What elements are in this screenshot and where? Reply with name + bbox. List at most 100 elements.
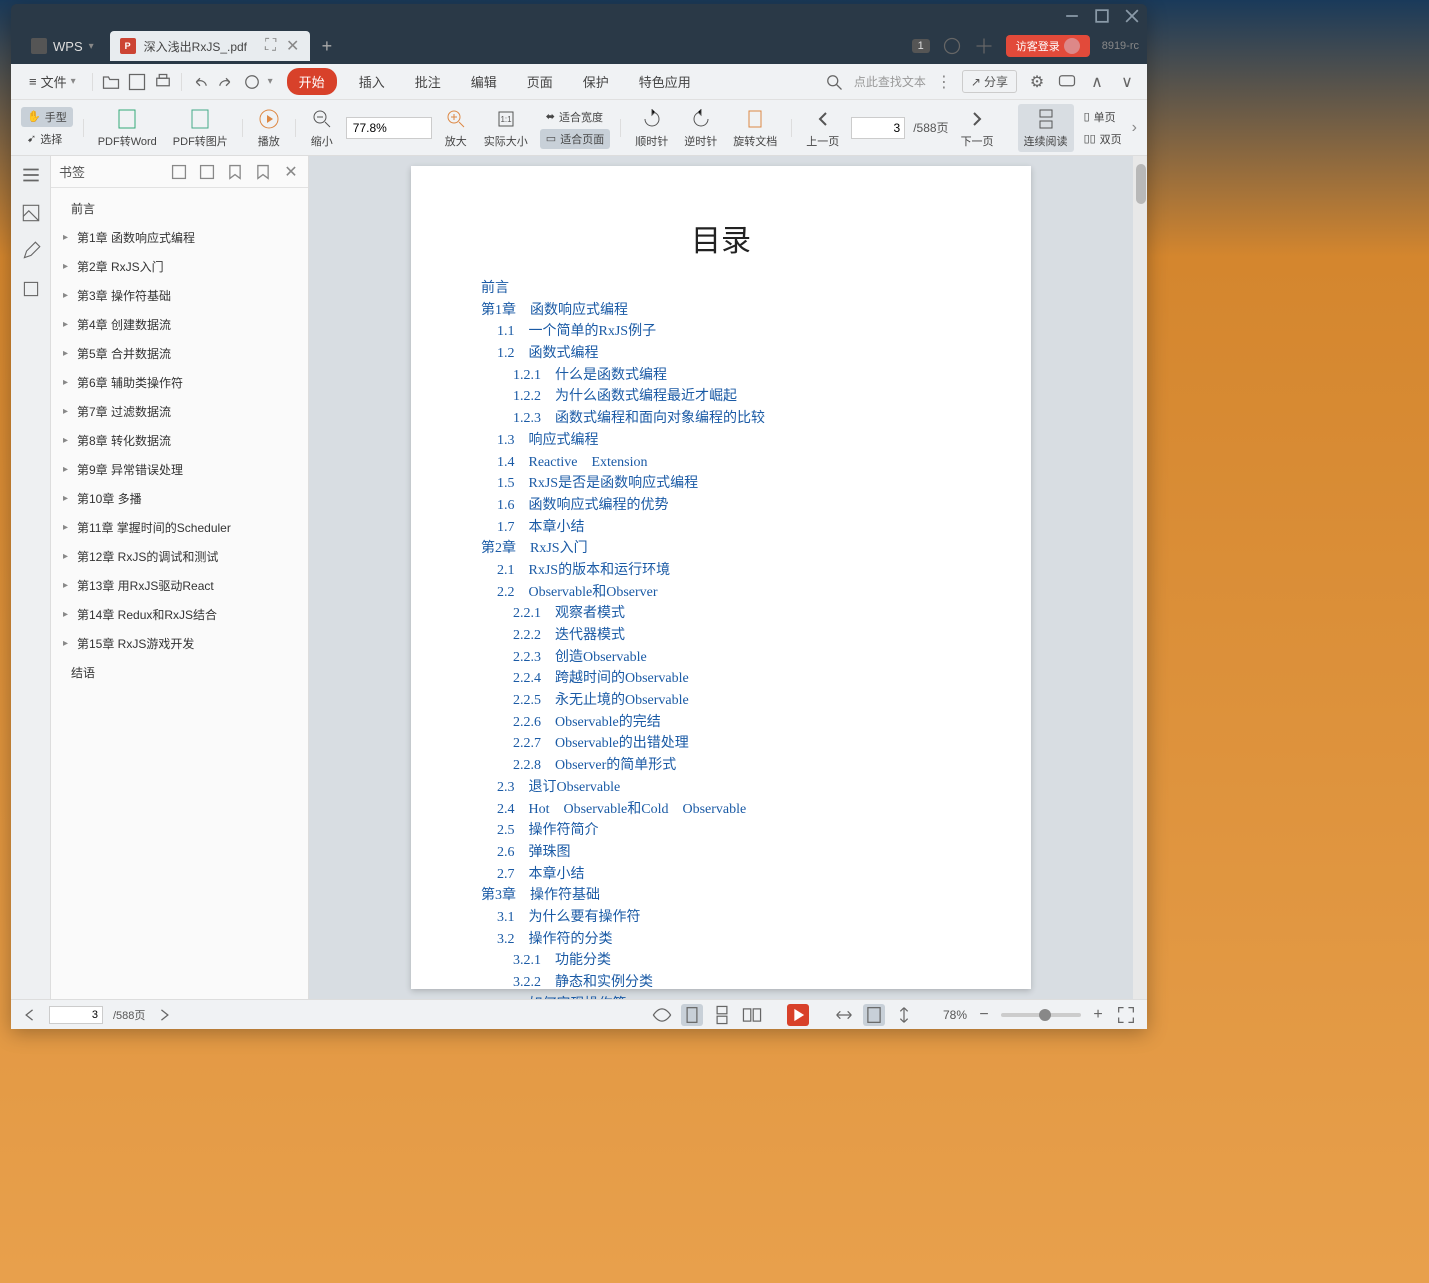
toc-link[interactable]: 2.2.7 Observable的出错处理 (513, 733, 961, 755)
toc-link[interactable]: 1.2 函数式编程 (497, 343, 961, 365)
bookmark-item[interactable]: ▸第3章 操作符基础 (51, 281, 308, 310)
chevron-right-icon[interactable]: ▸ (63, 319, 73, 330)
bookmark-item[interactable]: ▸第15章 RxJS游戏开发 (51, 629, 308, 658)
page-input[interactable] (851, 117, 905, 139)
menu-protect[interactable]: 保护 (575, 68, 617, 95)
bookmark-item[interactable]: ▸第9章 异常错误处理 (51, 455, 308, 484)
app-icon-1[interactable] (942, 36, 962, 56)
chevron-right-icon[interactable]: ▸ (63, 435, 73, 446)
menu-start[interactable]: 开始 (287, 68, 337, 95)
fit-height-sb-icon[interactable] (893, 1004, 915, 1026)
settings-icon[interactable]: ⚙ (1027, 72, 1047, 92)
sb-prev-icon[interactable] (21, 1006, 39, 1024)
app-icon-2[interactable] (974, 36, 994, 56)
fit-width-sb-icon[interactable] (833, 1004, 855, 1026)
chevron-right-icon[interactable]: ▸ (63, 232, 73, 243)
toc-link[interactable]: 2.5 操作符简介 (497, 820, 961, 842)
fit-page-button[interactable]: ▭适合页面 (540, 129, 610, 149)
bookmark-item[interactable]: ▸第13章 用RxJS驱动React (51, 571, 308, 600)
double-page-button[interactable]: ▯▯双页 (1078, 129, 1128, 149)
presentation-icon[interactable]: ⛶ (264, 39, 278, 53)
save-icon[interactable] (127, 72, 147, 92)
play-mode-icon[interactable] (787, 1004, 809, 1026)
tab-close-button[interactable]: ✕ (286, 39, 300, 53)
menu-special[interactable]: 特色应用 (631, 68, 699, 95)
toc-link[interactable]: 2.2.3 创造Observable (513, 647, 961, 669)
fit-page-sb-icon[interactable] (863, 1004, 885, 1026)
open-icon[interactable] (101, 72, 121, 92)
bookmark-item[interactable]: 前言 (51, 194, 308, 223)
bookmark-item[interactable]: ▸第2章 RxJS入门 (51, 252, 308, 281)
select-tool[interactable]: ➹选择 (21, 129, 73, 149)
toc-link[interactable]: 1.6 函数响应式编程的优势 (497, 495, 961, 517)
bookmark-tool-4[interactable] (254, 163, 272, 181)
toc-link[interactable]: 第2章 RxJS入门 (481, 538, 961, 560)
sb-page-input[interactable] (49, 1006, 103, 1024)
chevron-right-icon[interactable]: ▸ (63, 377, 73, 388)
toc-link[interactable]: 2.3 退订Observable (497, 777, 961, 799)
toc-link[interactable]: 2.6 弹珠图 (497, 842, 961, 864)
bookmark-item[interactable]: 结语 (51, 658, 308, 687)
bookmark-item[interactable]: ▸第12章 RxJS的调试和测试 (51, 542, 308, 571)
minimize-button[interactable] (1065, 9, 1079, 23)
sb-next-icon[interactable] (155, 1006, 173, 1024)
search-icon[interactable] (824, 72, 844, 92)
play-button[interactable]: 播放 (253, 107, 285, 149)
scroll-thumb[interactable] (1136, 164, 1146, 204)
print-icon[interactable] (153, 72, 173, 92)
comment-icon[interactable] (1057, 72, 1077, 92)
bookmark-item[interactable]: ▸第1章 函数响应式编程 (51, 223, 308, 252)
notification-badge[interactable]: 1 (912, 39, 930, 53)
menu-page[interactable]: 页面 (519, 68, 561, 95)
menu-edit[interactable]: 编辑 (463, 68, 505, 95)
zoom-minus-icon[interactable]: − (975, 1006, 993, 1024)
fit-width-button[interactable]: ⬌适合宽度 (540, 107, 610, 127)
chevron-right-icon[interactable]: ▸ (63, 609, 73, 620)
pdf-to-word-button[interactable]: PDF转Word (94, 107, 161, 149)
chevron-right-icon[interactable]: ▸ (63, 551, 73, 562)
file-tab[interactable]: P 深入浅出RxJS_.pdf ⛶ ✕ (110, 31, 310, 61)
bookmark-tool-1[interactable] (170, 163, 188, 181)
new-tab-button[interactable]: + (322, 36, 333, 57)
bookmark-tool-3[interactable] (226, 163, 244, 181)
toc-link[interactable]: 第1章 函数响应式编程 (481, 300, 961, 322)
toc-link[interactable]: 1.2.2 为什么函数式编程最近才崛起 (513, 386, 961, 408)
eye-icon[interactable] (651, 1004, 673, 1026)
bookmark-item[interactable]: ▸第11章 掌握时间的Scheduler (51, 513, 308, 542)
wps-logo[interactable]: WPS ▾ (19, 38, 106, 54)
thumbnail-icon[interactable] (20, 202, 42, 224)
toc-link[interactable]: 2.2.8 Observer的简单形式 (513, 755, 961, 777)
zoom-out-button[interactable]: 缩小 (306, 107, 338, 149)
file-menu[interactable]: ≡ 文件 ▾ (21, 68, 84, 95)
toc-link[interactable]: 2.2.5 永无止境的Observable (513, 690, 961, 712)
bookmark-item[interactable]: ▸第8章 转化数据流 (51, 426, 308, 455)
bookmark-item[interactable]: ▸第7章 过滤数据流 (51, 397, 308, 426)
toc-link[interactable]: 前言 (481, 278, 961, 300)
toc-link[interactable]: 2.7 本章小结 (497, 864, 961, 886)
menu-annotate[interactable]: 批注 (407, 68, 449, 95)
document-area[interactable]: 目录 前言第1章 函数响应式编程1.1 一个简单的RxJS例子1.2 函数式编程… (309, 156, 1133, 999)
hand-tool[interactable]: ✋手型 (21, 107, 73, 127)
search-placeholder[interactable]: 点此查找文本 (854, 73, 926, 90)
actual-size-button[interactable]: 1:1 实际大小 (480, 107, 532, 149)
toc-link[interactable]: 3.1 为什么要有操作符 (497, 907, 961, 929)
toc-link[interactable]: 2.2 Observable和Observer (497, 582, 961, 604)
bookmark-item[interactable]: ▸第6章 辅助类操作符 (51, 368, 308, 397)
bookmark-item[interactable]: ▸第14章 Redux和RxJS结合 (51, 600, 308, 629)
expand-ribbon-icon[interactable]: ∨ (1117, 72, 1137, 92)
toc-link[interactable]: 2.1 RxJS的版本和运行环境 (497, 560, 961, 582)
single-page-button[interactable]: ▯单页 (1078, 107, 1128, 127)
chevron-right-icon[interactable]: ▸ (63, 464, 73, 475)
bookmark-close[interactable]: ✕ (282, 163, 300, 181)
zoom-plus-icon[interactable]: + (1089, 1006, 1107, 1024)
rotate-ccw-button[interactable]: 逆时针 (680, 107, 721, 149)
attachment-icon[interactable] (20, 278, 42, 300)
slider-thumb[interactable] (1039, 1009, 1051, 1021)
toc-link[interactable]: 3.2.2 静态和实例分类 (513, 972, 961, 994)
chevron-right-icon[interactable]: ▸ (63, 261, 73, 272)
toc-link[interactable]: 1.4 Reactive Extension (497, 452, 961, 474)
chevron-right-icon[interactable]: ▸ (63, 493, 73, 504)
toc-link[interactable]: 3.2 操作符的分类 (497, 929, 961, 951)
zoom-select[interactable] (346, 117, 432, 139)
close-button[interactable] (1125, 9, 1139, 23)
